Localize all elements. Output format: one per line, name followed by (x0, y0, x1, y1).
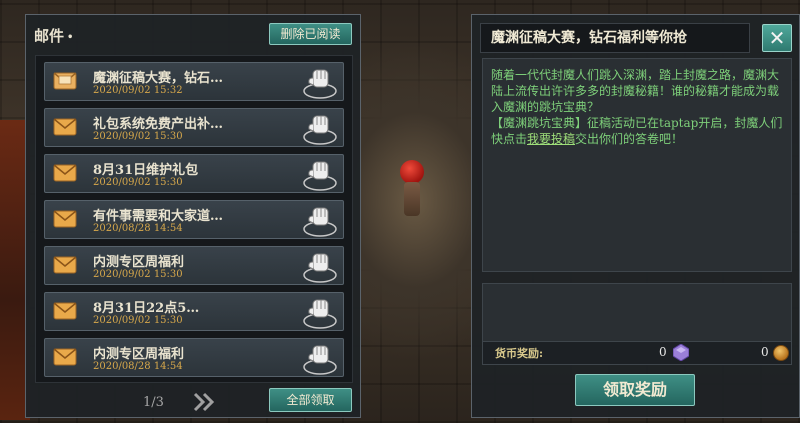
mail-item-date: 2020/08/28 14:54 (93, 361, 183, 372)
submit-manuscript-link[interactable]: 我要投稿 (527, 132, 575, 146)
mail-item-title: 内测专区周福利 (93, 255, 185, 270)
mail-item-date: 2020/09/02 15:30 (93, 269, 183, 280)
mail-item[interactable]: 内测专区周福利 2020/09/02 15:30 (44, 246, 344, 285)
mail-item[interactable]: 有件事需要和大家道… 2020/08/28 14:54 (44, 200, 344, 239)
close-icon[interactable]: ✕ (762, 24, 792, 52)
content-paragraph-2-tail: 交出你们的答卷吧！ (575, 132, 684, 146)
mail-title-text: 邮件 (34, 27, 65, 45)
mail-item[interactable]: 8月31日维护礼包 2020/09/02 15:30 (44, 154, 344, 193)
mail-item[interactable]: 8月31日22点5… 2020/09/02 15:30 (44, 292, 344, 331)
mail-list: 魔渊征稿大赛，钻石… 2020/09/02 15:32 礼包系统免费产出补… 2020… (35, 55, 353, 383)
envelope-icon (53, 118, 77, 136)
currency-reward-row: 货币奖励: 0 0 (483, 341, 791, 364)
claim-hand-icon[interactable] (300, 202, 340, 238)
mail-item[interactable]: 礼包系统免费产出补… 2020/09/02 15:30 (44, 108, 344, 147)
mail-detail-panel: 魔渊征稿大赛，钻石福利等你抢 ✕ 随着一代代封魔人们跳入深渊，踏上封魔之路，魔渊… (471, 14, 800, 418)
player-body (404, 182, 420, 216)
receive-reward-button[interactable]: 领取奖励 (575, 374, 695, 406)
claim-hand-icon[interactable] (300, 248, 340, 284)
mail-panel: 邮件 • 删除已阅读 魔渊征稿大赛，钻石… 2020/09/02 15:32 礼包系统… (25, 14, 361, 418)
mail-item-date: 2020/09/02 15:32 (93, 85, 183, 96)
mail-content: 随着一代代封魔人们跳入深渊，踏上封魔之路，魔渊大陆上流传出许许多多的封魔秘籍！谁… (482, 58, 792, 272)
claim-hand-icon[interactable] (300, 156, 340, 192)
player-head (400, 160, 424, 184)
mail-item-title: 有件事需要和大家道… (93, 209, 224, 224)
currency-reward-label: 货币奖励: (495, 347, 544, 360)
page-indicator: 1/3 (143, 395, 164, 410)
claim-hand-icon[interactable] (300, 340, 340, 376)
claim-all-button[interactable]: 全部领取 (269, 388, 352, 412)
coin-amount: 0 (761, 345, 769, 359)
gem-icon (672, 343, 690, 362)
envelope-icon (53, 348, 77, 366)
player-character (398, 160, 426, 220)
mail-item-title: 8月31日22点5… (93, 301, 200, 316)
envelope-icon (53, 302, 77, 320)
claim-hand-icon[interactable] (300, 64, 340, 100)
envelope-icon (53, 210, 77, 228)
mail-item-title: 内测专区周福利 (93, 347, 185, 362)
mail-title-marker: • (67, 31, 74, 43)
opened-envelope-icon (53, 72, 77, 90)
claim-hand-icon[interactable] (300, 110, 340, 146)
mail-item-date: 2020/08/28 14:54 (93, 223, 183, 234)
mail-item-title: 礼包系统免费产出补… (93, 117, 224, 132)
next-page-icon[interactable] (191, 389, 217, 415)
mail-item-date: 2020/09/02 15:30 (93, 177, 183, 188)
gem-amount: 0 (659, 345, 667, 359)
envelope-icon (53, 256, 77, 274)
delete-read-button[interactable]: 删除已阅读 (269, 23, 352, 45)
reward-box: 货币奖励: 0 0 (482, 283, 792, 365)
claim-hand-icon[interactable] (300, 294, 340, 330)
mail-detail-title: 魔渊征稿大赛，钻石福利等你抢 (480, 23, 750, 53)
mail-item-date: 2020/09/02 15:30 (93, 131, 183, 142)
mail-panel-title: 邮件 • (34, 25, 73, 46)
mail-item[interactable]: 内测专区周福利 2020/08/28 14:54 (44, 338, 344, 377)
content-paragraph-1: 随着一代代封魔人们跳入深渊，踏上封魔之路，魔渊大陆上流传出许许多多的封魔秘籍！谁… (491, 68, 780, 114)
mail-item-title: 8月31日维护礼包 (93, 163, 199, 178)
content-paragraph-2: 【魔渊跳坑宝典】征稿活动已在taptap开启，封魔人们快点击我要投稿交出你们的答… (491, 115, 783, 147)
mail-item[interactable]: 魔渊征稿大赛，钻石… 2020/09/02 15:32 (44, 62, 344, 101)
mail-item-title: 魔渊征稿大赛，钻石… (93, 71, 224, 86)
coin-icon (773, 345, 789, 361)
mail-item-date: 2020/09/02 15:30 (93, 315, 183, 326)
envelope-icon (53, 164, 77, 182)
